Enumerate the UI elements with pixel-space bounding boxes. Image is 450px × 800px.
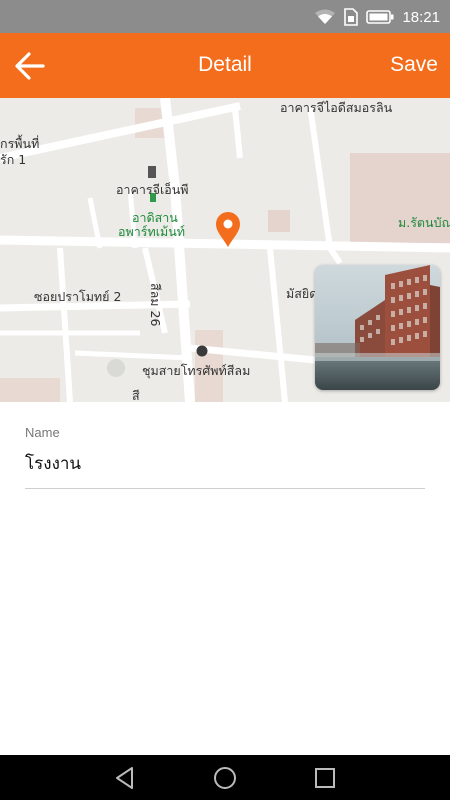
- name-field[interactable]: [25, 448, 425, 478]
- name-label: Name: [25, 425, 60, 440]
- name-field-underline: [25, 488, 425, 489]
- battery-icon: [366, 10, 394, 24]
- detail-form: Name: [25, 425, 425, 489]
- app-bar: Detail Save: [0, 33, 450, 98]
- page-title: Detail: [198, 53, 252, 76]
- save-button[interactable]: Save: [390, 53, 438, 77]
- back-triangle-icon[interactable]: [112, 765, 138, 791]
- map-label-building-mid: อาคารจีเอ็นพี: [116, 182, 189, 197]
- map-label-road: สีลม 26: [148, 283, 163, 327]
- building-photo-image: [315, 265, 440, 390]
- home-circle-icon[interactable]: [212, 765, 238, 791]
- map-label-exchange: ชุมสายโทรศัพท์สีลม: [142, 363, 251, 378]
- map-pin-icon[interactable]: [215, 212, 241, 248]
- map-label-top-left-2: รัก 1: [0, 152, 27, 167]
- status-icons: 18:21: [314, 6, 440, 28]
- clock: 18:21: [402, 8, 440, 26]
- map-label-soi: ซอยปราโมทย์ 2: [34, 289, 122, 304]
- sim-icon: [344, 8, 359, 26]
- map-label-park-2: อพาร์ทเม้นท์: [118, 224, 186, 239]
- map-label-right-green: ม.รัตนบัณ: [398, 215, 450, 230]
- building-photo-thumbnail[interactable]: [315, 265, 440, 390]
- status-bar: 18:21: [0, 0, 450, 33]
- map-label-bottom-small: สี: [132, 388, 140, 402]
- system-nav-bar: [0, 755, 450, 800]
- map-label-building-top: อาคารจีไอดีสมอรลิน: [280, 100, 393, 115]
- recents-square-icon[interactable]: [312, 765, 338, 791]
- map-label-right-mid: มัสยิด: [286, 286, 318, 301]
- wifi-icon: [315, 9, 336, 24]
